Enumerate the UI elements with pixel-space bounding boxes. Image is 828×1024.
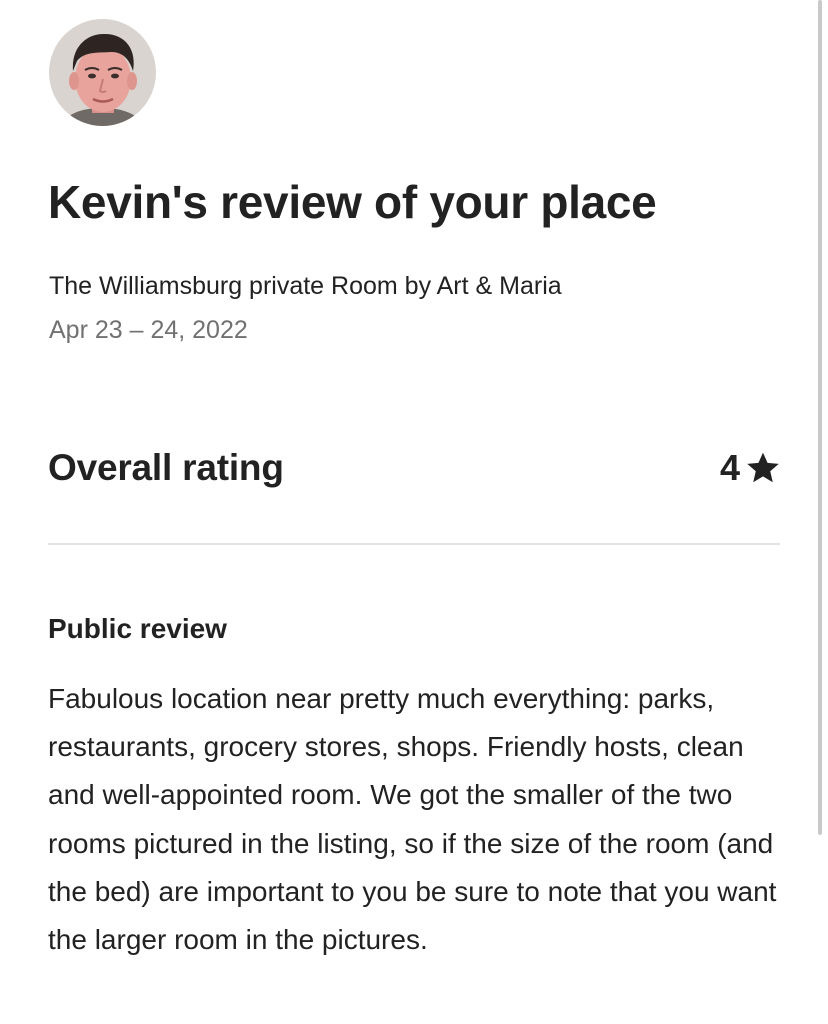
listing-name: The Williamsburg private Room by Art & M… bbox=[49, 272, 562, 300]
public-review-text: Fabulous location near pretty much every… bbox=[48, 683, 777, 956]
reviewer-avatar[interactable] bbox=[49, 19, 156, 126]
overall-rating-label: Overall rating bbox=[48, 447, 284, 488]
divider bbox=[48, 543, 780, 545]
overall-rating-row: Overall rating 4 bbox=[48, 440, 780, 496]
review-page: Kevin's review of your place The William… bbox=[0, 0, 828, 1024]
stay-dates: Apr 23 – 24, 2022 bbox=[49, 316, 248, 344]
star-icon bbox=[747, 452, 779, 483]
avatar-photo bbox=[49, 19, 156, 126]
public-review-heading: Public review bbox=[48, 613, 227, 644]
overall-rating-value-group: 4 bbox=[720, 440, 780, 496]
page-title: Kevin's review of your place bbox=[48, 176, 657, 228]
scrollbar[interactable] bbox=[818, 0, 822, 835]
overall-rating-value: 4 bbox=[719, 447, 740, 488]
